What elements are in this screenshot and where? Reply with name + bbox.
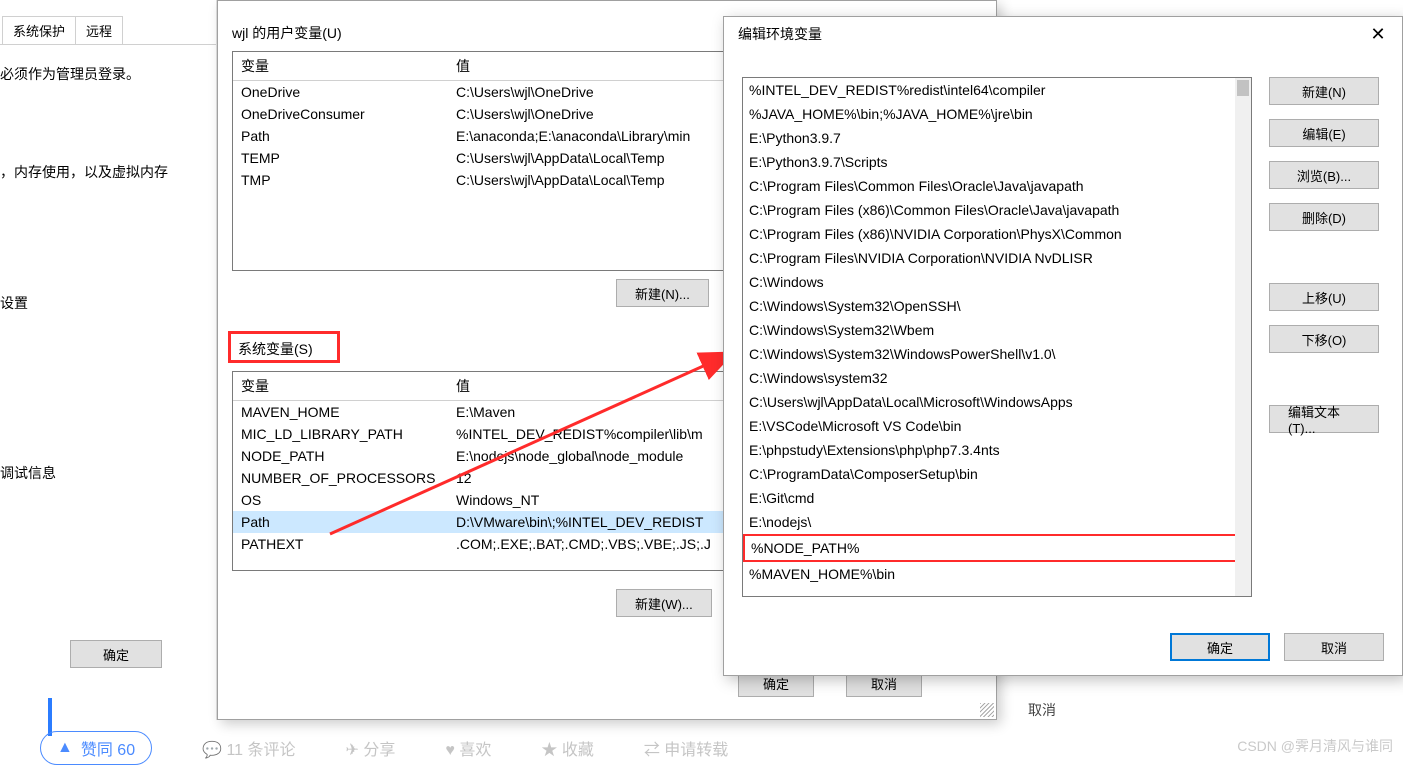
path-edittext-button[interactable]: 编辑文本(T)... — [1269, 405, 1379, 433]
admin-notice: 必须作为管理员登录。 — [0, 45, 216, 85]
system-properties-panel: 系统保护 远程 必须作为管理员登录。 ，内存使用，以及虚拟内存 设置 调试信息 … — [0, 0, 217, 720]
watermark: CSDN @霁月清风与谁同 — [1237, 736, 1393, 756]
table-row[interactable]: PathD:\VMware\bin\;%INTEL_DEV_REDIST — [233, 511, 723, 533]
col-value[interactable]: 值 — [448, 372, 723, 400]
edit-env-variable-dialog: 编辑环境变量 ✕ %INTEL_DEV_REDIST%redist\intel6… — [723, 16, 1403, 676]
user-vars-label: wjl 的用户变量(U) — [232, 23, 342, 43]
edit-dialog-title: 编辑环境变量 — [738, 24, 822, 44]
col-variable[interactable]: 变量 — [233, 372, 448, 400]
tab-system-protection[interactable]: 系统保护 — [2, 16, 76, 44]
list-item[interactable]: C:\Program Files\Common Files\Oracle\Jav… — [743, 174, 1251, 198]
table-row[interactable]: TEMPC:\Users\wjl\AppData\Local\Temp — [233, 147, 723, 169]
background-cancel-label: 取消 — [1028, 700, 1056, 720]
love-link[interactable]: ♥ 喜欢 — [445, 736, 491, 760]
highlight-bar — [48, 698, 52, 736]
list-item[interactable]: C:\Users\wjl\AppData\Local\Microsoft\Win… — [743, 390, 1251, 414]
system-vars-label: 系统变量(S) — [238, 339, 313, 359]
list-item[interactable]: E:\Git\cmd — [743, 486, 1251, 510]
path-movedown-button[interactable]: 下移(O) — [1269, 325, 1379, 353]
table-row[interactable]: OSWindows_NT — [233, 489, 723, 511]
list-item[interactable]: %INTEL_DEV_REDIST%redist\intel64\compile… — [743, 78, 1251, 102]
list-item[interactable]: E:\nodejs\ — [743, 510, 1251, 534]
list-item[interactable]: C:\ProgramData\ComposerSetup\bin — [743, 462, 1251, 486]
list-item[interactable]: %JAVA_HOME%\bin;%JAVA_HOME%\jre\bin — [743, 102, 1251, 126]
table-row[interactable]: OneDriveC:\Users\wjl\OneDrive — [233, 81, 723, 103]
system-new-button[interactable]: 新建(W)... — [616, 589, 712, 617]
list-item[interactable]: C:\Windows\system32 — [743, 366, 1251, 390]
table-row[interactable]: TMPC:\Users\wjl\AppData\Local\Temp — [233, 169, 723, 191]
list-item[interactable]: C:\Windows\System32\WindowsPowerShell\v1… — [743, 342, 1251, 366]
article-action-bar: ▲赞同 60 💬 11 条评论 ✈ 分享 ♥ 喜欢 ★ 收藏 ⇄ 申请转载 — [40, 736, 1390, 760]
list-item[interactable]: C:\Windows\System32\Wbem — [743, 318, 1251, 342]
user-vars-list[interactable]: 变量 值 OneDriveC:\Users\wjl\OneDriveOneDri… — [232, 51, 724, 271]
col-variable[interactable]: 变量 — [233, 52, 448, 80]
tab-remote[interactable]: 远程 — [75, 16, 123, 44]
list-item[interactable]: E:\phpstudy\Extensions\php\php7.3.4nts — [743, 438, 1251, 462]
system-vars-list[interactable]: 变量 值 MAVEN_HOMEE:\MavenMIC_LD_LIBRARY_PA… — [232, 371, 724, 571]
list-item[interactable]: %NODE_PATH% — [743, 534, 1251, 562]
list-item[interactable]: C:\Windows\System32\OpenSSH\ — [743, 294, 1251, 318]
path-entries-list[interactable]: %INTEL_DEV_REDIST%redist\intel64\compile… — [742, 77, 1252, 597]
path-new-button[interactable]: 新建(N) — [1269, 77, 1379, 105]
table-row[interactable]: MIC_LD_LIBRARY_PATH%INTEL_DEV_REDIST%com… — [233, 423, 723, 445]
favorite-link[interactable]: ★ 收藏 — [541, 736, 593, 760]
table-row[interactable]: MAVEN_HOMEE:\Maven — [233, 401, 723, 423]
settings-label: 设置 — [0, 274, 216, 314]
table-row[interactable]: NUMBER_OF_PROCESSORS12 — [233, 467, 723, 489]
list-item[interactable]: C:\Program Files (x86)\Common Files\Orac… — [743, 198, 1251, 222]
path-delete-button[interactable]: 删除(D) — [1269, 203, 1379, 231]
list-item[interactable]: E:\Python3.9.7\Scripts — [743, 150, 1251, 174]
close-icon[interactable]: ✕ — [1364, 24, 1392, 45]
sysprops-ok-button[interactable]: 确定 — [70, 640, 162, 668]
edit-ok-button[interactable]: 确定 — [1170, 633, 1270, 661]
share-link[interactable]: ✈ 分享 — [346, 736, 396, 760]
path-moveup-button[interactable]: 上移(U) — [1269, 283, 1379, 311]
list-item[interactable]: E:\VSCode\Microsoft VS Code\bin — [743, 414, 1251, 438]
list-item[interactable]: E:\Python3.9.7 — [743, 126, 1251, 150]
list-item[interactable]: C:\Program Files (x86)\NVIDIA Corporatio… — [743, 222, 1251, 246]
table-row[interactable]: PATHEXT.COM;.EXE;.BAT;.CMD;.VBS;.VBE;.JS… — [233, 533, 723, 555]
path-browse-button[interactable]: 浏览(B)... — [1269, 161, 1379, 189]
edit-cancel-button[interactable]: 取消 — [1284, 633, 1384, 661]
repost-link[interactable]: ⇄ 申请转载 — [644, 736, 728, 760]
table-row[interactable]: NODE_PATHE:\nodejs\node_global\node_modu… — [233, 445, 723, 467]
table-row[interactable]: OneDriveConsumerC:\Users\wjl\OneDrive — [233, 103, 723, 125]
list-item[interactable]: C:\Windows — [743, 270, 1251, 294]
col-value[interactable]: 值 — [448, 52, 723, 80]
table-row[interactable]: PathE:\anaconda;E:\anaconda\Library\min — [233, 125, 723, 147]
memory-notice: ，内存使用，以及虚拟内存 — [0, 143, 216, 183]
comments-link[interactable]: 💬 11 条评论 — [202, 736, 295, 760]
scrollbar[interactable] — [1235, 78, 1251, 596]
list-item[interactable]: C:\Program Files\NVIDIA Corporation\NVID… — [743, 246, 1251, 270]
list-item[interactable]: %MAVEN_HOME%\bin — [743, 562, 1251, 586]
user-new-button[interactable]: 新建(N)... — [616, 279, 709, 307]
thumbs-up-icon: ▲ — [57, 739, 73, 757]
debug-label: 调试信息 — [0, 444, 216, 484]
resize-grip[interactable] — [980, 703, 994, 717]
path-edit-button[interactable]: 编辑(E) — [1269, 119, 1379, 147]
